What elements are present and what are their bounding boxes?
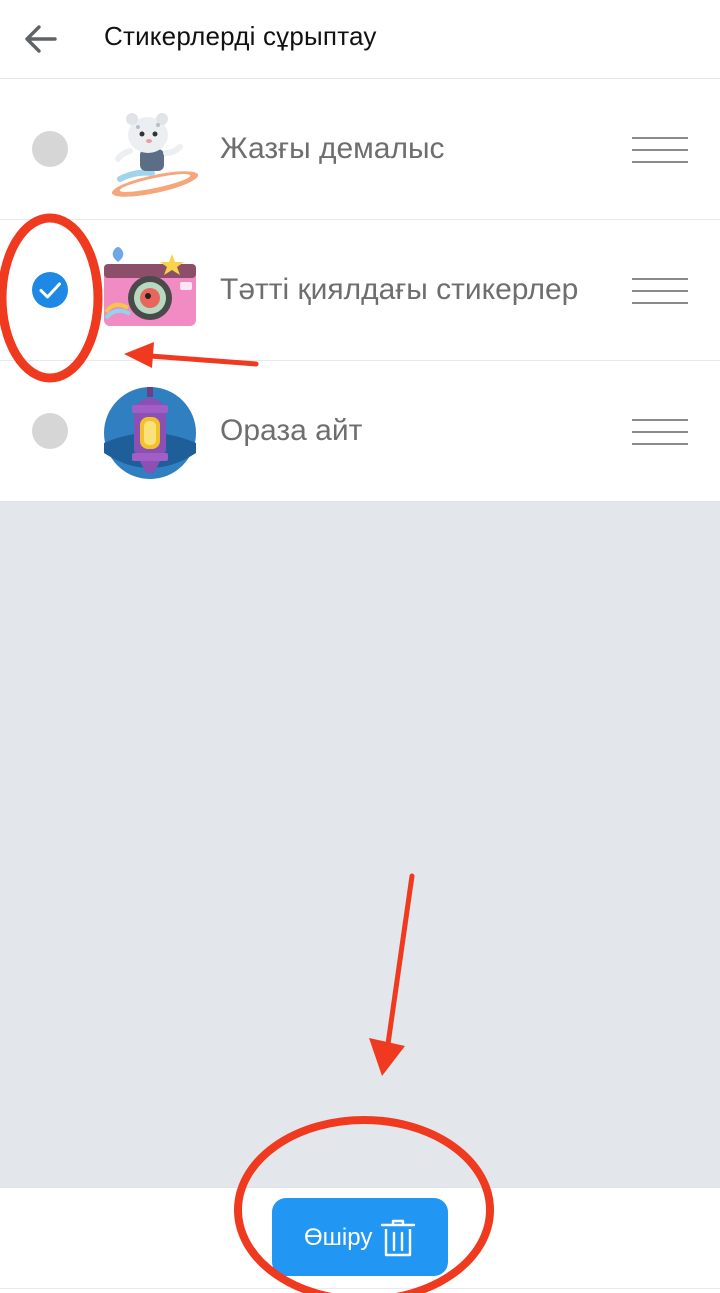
annotation-arrow-down [385, 873, 415, 1047]
select-radio[interactable] [32, 131, 68, 167]
annotation-arrowhead-down [369, 1038, 405, 1076]
trash-icon [380, 1219, 416, 1257]
sticker-pack-title: Жазғы демалыс [220, 132, 445, 165]
drag-handle-icon[interactable] [630, 275, 690, 307]
pink-camera-sticker-thumbnail [104, 247, 196, 326]
sticker-pack-title: Тәтті қиялдағы стикерлер [220, 273, 579, 306]
top-app-bar: Стикерлерді сұрыптау [0, 0, 720, 79]
lantern-sticker-thumbnail [104, 387, 196, 479]
select-radio[interactable] [32, 413, 68, 449]
snow-leopard-sticker-thumbnail [111, 113, 199, 197]
sticker-pack-title: Ораза айт [220, 414, 363, 447]
page-title: Стикерлерді сұрыптау [104, 21, 377, 51]
footer-divider [0, 1288, 720, 1293]
delete-button-label: Өшіру [304, 1224, 373, 1251]
sort-stickers-screen: Стикерлерді сұрыптау Жазғы демалыс Тәтті… [0, 0, 720, 1293]
select-radio-checked[interactable] [32, 272, 68, 308]
arrow-left-icon [25, 25, 57, 53]
list-item-sticker-pack: Тәтті қиялдағы стикерлер [0, 220, 720, 361]
checkmark-icon [39, 282, 61, 299]
sticker-pack-list: Жазғы демалыс Тәтті қиялдағы стикерлер О… [0, 79, 720, 502]
back-button[interactable] [18, 16, 64, 62]
delete-button[interactable]: Өшіру [272, 1198, 448, 1276]
bottom-action-bar: Өшіру [0, 1187, 720, 1289]
drag-handle-icon[interactable] [630, 416, 690, 448]
list-item-sticker-pack: Ораза айт [0, 361, 720, 502]
drag-handle-icon[interactable] [630, 134, 690, 166]
list-item-sticker-pack: Жазғы демалыс [0, 79, 720, 220]
